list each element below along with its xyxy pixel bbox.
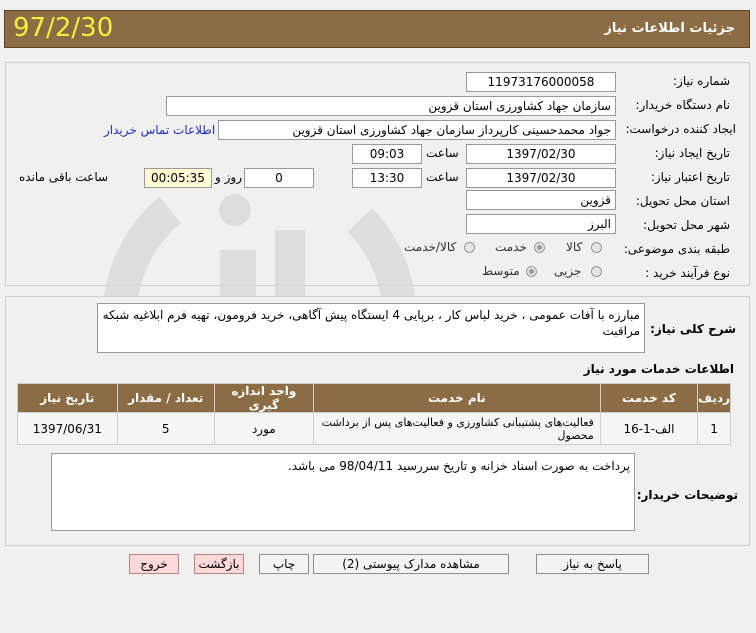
buyer-org-label: نام دستگاه خریدار:: [635, 98, 731, 112]
cell-quantity: 5: [116, 412, 215, 445]
col-service-name: نام خدمت: [312, 383, 601, 413]
valid-date-label: تاریخ اعتبار نیاز:: [650, 170, 730, 184]
col-service-code: کد خدمت: [599, 383, 699, 413]
table-row: 1 الف-1-16 فعالیت‌های پشتیبانی کشاورزی و…: [17, 412, 731, 445]
created-date-label: تاریخ ایجاد نیاز:: [654, 146, 730, 160]
buyer-contact-link[interactable]: اطلاعات تماس خریدار: [104, 123, 215, 137]
description-label: شرح کلی نیاز:: [650, 322, 736, 336]
days-label: روز و: [215, 170, 242, 184]
buyer-notes-field: پرداخت به صورت اسناد خزانه و تاریخ سررسی…: [51, 453, 635, 531]
valid-time-label: ساعت: [426, 170, 459, 184]
buyer-org-field: سازمان جهاد کشاورزی استان قزوین: [166, 96, 616, 116]
delivery-province-field: قزوین: [466, 190, 616, 210]
purchase-type-option-medium: متوسط: [482, 264, 520, 278]
delivery-city-label: شهر محل تحویل:: [643, 218, 730, 232]
header-date: 97/2/30: [13, 13, 114, 43]
valid-date-field: 1397/02/30: [466, 168, 616, 188]
remaining-time-field: 00:05:35: [144, 168, 212, 188]
page-header: جزئیات اطلاعات نیاز 97/2/30: [4, 10, 750, 48]
created-time-field: 09:03: [352, 144, 422, 164]
cell-service-code: الف-1-16: [599, 412, 699, 445]
created-date-field: 1397/02/30: [466, 144, 616, 164]
created-time-label: ساعت: [426, 146, 459, 160]
delivery-city-field: البرز: [466, 214, 616, 234]
category-radio-goods-service[interactable]: [464, 242, 475, 253]
remaining-label: ساعت باقی مانده: [19, 170, 109, 184]
category-label: طبقه بندی موضوعی:: [623, 242, 730, 256]
col-need-date: تاریخ نیاز: [17, 383, 118, 413]
buyer-notes-label: توضیحات خریدار:: [636, 488, 738, 502]
col-quantity: تعداد / مقدار: [116, 383, 215, 413]
cell-row: 1: [697, 412, 731, 445]
valid-time-field: 13:30: [352, 168, 422, 188]
cell-need-date: 1397/06/31: [17, 412, 118, 445]
need-number-label: شماره نیاز:: [673, 74, 730, 88]
cell-service-name: فعالیت‌های پشتیبانی کشاورزی و فعالیت‌های…: [312, 412, 601, 445]
col-unit: واحد اندازه گیری: [213, 383, 314, 413]
purchase-type-option-minor: جزیی: [554, 264, 582, 278]
page-title: جزئیات اطلاعات نیاز: [604, 21, 735, 36]
services-title: اطلاعات خدمات مورد نیاز: [583, 362, 734, 376]
col-row: ردیف: [697, 383, 731, 413]
category-option-goods-service: کالا/خدمت: [404, 240, 457, 254]
category-option-goods: کالا: [566, 240, 583, 254]
attachments-button[interactable]: مشاهده مدارک پیوستی (2): [313, 554, 509, 574]
category-option-service: خدمت: [495, 240, 527, 254]
creator-field: جواد محمدحسینی کارپرداز سازمان جهاد کشاو…: [218, 120, 616, 140]
need-number-field: 1197317600005‎8: [466, 72, 616, 92]
cell-unit: مورد: [213, 412, 314, 445]
services-table-header: ردیف کد خدمت نام خدمت واحد اندازه گیری ت…: [17, 383, 731, 413]
back-button[interactable]: بازگشت: [194, 554, 244, 574]
print-button[interactable]: چاپ: [259, 554, 309, 574]
creator-label: ایجاد کننده درخواست:: [625, 122, 736, 136]
purchase-type-label: نوع فرآیند خرید :: [645, 266, 730, 280]
delivery-province-label: استان محل تحویل:: [635, 194, 730, 208]
services-table: ردیف کد خدمت نام خدمت واحد اندازه گیری ت…: [17, 383, 731, 445]
purchase-type-radio-minor[interactable]: [591, 266, 602, 277]
exit-button[interactable]: خروج: [129, 554, 179, 574]
category-radio-service[interactable]: [534, 242, 545, 253]
purchase-type-radio-medium[interactable]: [526, 266, 537, 277]
description-field: مبارزه با آفات عمومی ، خرید لباس کار ، ب…: [97, 303, 645, 353]
remaining-days-field: 0: [244, 168, 314, 188]
reply-button[interactable]: پاسخ به نیاز: [536, 554, 649, 574]
category-radio-goods[interactable]: [591, 242, 602, 253]
